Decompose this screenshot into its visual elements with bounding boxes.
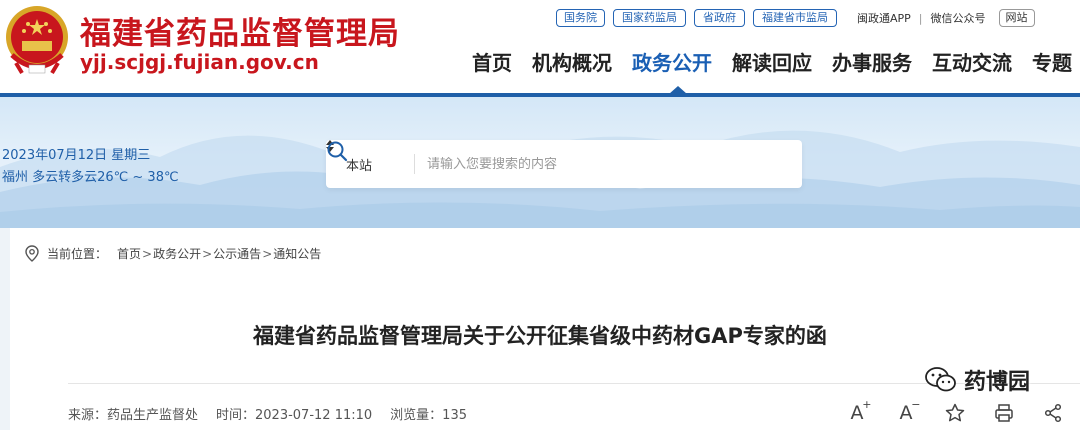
site-header: 福建省药品监督管理局 yjj.scjgj.fujian.gov.cn 国务院 国… (0, 0, 1080, 94)
top-link-nmpa[interactable]: 国家药监局 (613, 9, 686, 27)
search-box: 本站 (326, 140, 802, 188)
breadcrumb-announcements[interactable]: 通知公告 (273, 245, 321, 262)
location-pin-icon (25, 245, 39, 262)
nav-item-home[interactable]: 首页 (472, 48, 512, 78)
breadcrumb-government-affairs[interactable]: 政务公开 (153, 245, 201, 262)
top-link-state-council[interactable]: 国务院 (556, 9, 605, 27)
article-meta: 来源：药品生产监督处 时间：2023-07-12 11:10 浏览量：135 (68, 404, 485, 423)
wechat-icon (925, 367, 956, 392)
breadcrumb: 当前位置： 首页 > 政务公开 > 公示通告 > 通知公告 (25, 245, 321, 262)
share-button[interactable] (1040, 400, 1066, 426)
nav-item-services[interactable]: 办事服务 (832, 48, 912, 78)
font-smaller-button[interactable]: A − (893, 398, 921, 426)
main-nav: 首页 机构概况 政务公开 解读回应 办事服务 互动交流 专题 (472, 48, 1080, 78)
print-button[interactable] (991, 400, 1017, 426)
search-scope-label: 本站 (346, 158, 373, 174)
share-icon (1044, 403, 1062, 423)
site-title[interactable]: 福建省药品监督管理局 (80, 8, 400, 53)
article-time: 时间：2023-07-12 11:10 (216, 408, 373, 423)
search-scope-select[interactable]: 本站 (326, 140, 402, 174)
font-larger-button[interactable]: A + (844, 398, 872, 426)
top-separator: | (918, 11, 923, 25)
wechat-link[interactable]: 微信公众号 (931, 10, 986, 26)
breadcrumb-separator: > (142, 246, 153, 261)
breadcrumb-label: 当前位置： (47, 247, 108, 261)
breadcrumb-home[interactable]: 首页 (117, 245, 141, 262)
national-emblem-icon[interactable] (2, 3, 72, 76)
top-link-market-supervision[interactable]: 福建省市监局 (753, 9, 837, 27)
app-link[interactable]: 闽政通APP (857, 10, 911, 26)
search-input[interactable] (427, 156, 752, 172)
article-source: 来源：药品生产监督处 (68, 408, 199, 423)
font-larger-icon: A + (850, 398, 872, 424)
printer-icon (995, 404, 1013, 422)
nav-item-interaction[interactable]: 互动交流 (932, 48, 1012, 78)
watermark-text: 药博园 (964, 370, 1031, 395)
search-divider (414, 154, 415, 174)
breadcrumb-notices[interactable]: 公示通告 (213, 245, 261, 262)
star-icon (945, 403, 965, 422)
breadcrumb-separator: > (202, 246, 213, 261)
favorite-button[interactable] (942, 400, 968, 426)
search-button[interactable] (327, 141, 794, 185)
watermark: 药博园 (924, 364, 1030, 396)
site-domain: yjj.scjgj.fujian.gov.cn (80, 50, 319, 74)
article-title: 福建省药品监督管理局关于公开征集省级中药材GAP专家的函 (253, 324, 827, 348)
current-date: 2023年07月12日 星期三 (2, 148, 151, 163)
top-links: 国务院 国家药监局 省政府 福建省市监局 闽政通APP | 微信公众号 网站 (556, 8, 1035, 28)
banner: 2023年07月12日 星期三 福州 多云转多云26℃ ~ 38℃ 本站 (0, 97, 1080, 228)
page: 福建省药品监督管理局 yjj.scjgj.fujian.gov.cn 国务院 国… (0, 0, 1080, 430)
breadcrumb-separator: > (262, 246, 273, 261)
article-views: 浏览量：135 (390, 408, 467, 423)
top-link-provincial-gov[interactable]: 省政府 (694, 9, 745, 27)
search-icon (327, 141, 348, 162)
nav-item-interpretation[interactable]: 解读回应 (732, 48, 812, 78)
weibo-link[interactable]: 网站 (998, 9, 1035, 27)
nav-item-government-affairs[interactable]: 政务公开 (632, 48, 712, 78)
weather-info: 福州 多云转多云26℃ ~ 38℃ (2, 170, 179, 185)
font-smaller-icon: A − (899, 398, 921, 424)
article-tools: A + A − (844, 398, 1066, 426)
nav-item-topics[interactable]: 专题 (1032, 48, 1072, 78)
nav-item-organization[interactable]: 机构概况 (532, 48, 612, 78)
